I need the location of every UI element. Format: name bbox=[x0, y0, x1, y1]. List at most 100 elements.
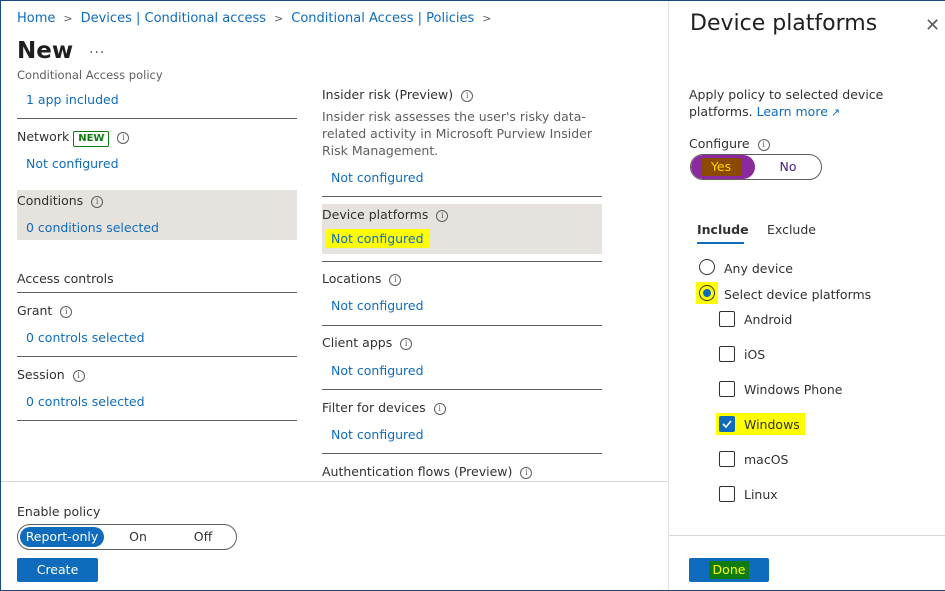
conditions-label: Conditions bbox=[17, 193, 84, 208]
insider-risk-desc-line: related activity in Microsoft Purview In… bbox=[322, 126, 592, 141]
tab-exclude[interactable]: Exclude bbox=[767, 222, 816, 237]
tab-include-underline bbox=[697, 242, 744, 244]
done-button[interactable]: Done bbox=[689, 558, 769, 582]
report-only-option[interactable]: Report-only bbox=[20, 527, 104, 547]
linux-checkbox[interactable] bbox=[719, 486, 735, 502]
locations-value-link[interactable]: Not configured bbox=[331, 298, 424, 313]
ios-checkbox[interactable] bbox=[719, 346, 735, 362]
chevron-right-icon: > bbox=[63, 12, 73, 25]
any-device-label: Any device bbox=[724, 261, 793, 276]
panel-desc-line: Apply policy to selected device bbox=[689, 87, 884, 102]
grant-value-link[interactable]: 0 controls selected bbox=[26, 330, 145, 345]
insider-risk-description: Insider risk assesses the user's risky d… bbox=[322, 108, 592, 159]
select-platforms-radio[interactable] bbox=[699, 285, 715, 301]
radio-dot bbox=[703, 289, 711, 297]
linux-label: Linux bbox=[744, 487, 778, 502]
info-icon[interactable]: i bbox=[757, 139, 770, 151]
locations-label: Locations bbox=[322, 271, 382, 286]
divider bbox=[322, 196, 602, 197]
insider-risk-label: Insider risk (Preview) bbox=[322, 87, 454, 102]
breadcrumb-home[interactable]: Home bbox=[17, 11, 55, 26]
network-section: Network NEW i bbox=[17, 129, 130, 147]
info-icon[interactable]: i bbox=[400, 338, 413, 350]
divider bbox=[17, 420, 297, 421]
divider bbox=[322, 325, 602, 326]
learn-more-link[interactable]: Learn more bbox=[757, 104, 828, 119]
windows-checkbox[interactable] bbox=[719, 416, 735, 432]
new-badge: NEW bbox=[73, 131, 110, 147]
grant-section: Grant i bbox=[17, 303, 73, 318]
panel-description: Apply policy to selected device platform… bbox=[689, 86, 883, 121]
divider bbox=[322, 389, 602, 390]
page-subtitle: Conditional Access policy bbox=[17, 68, 163, 82]
device-platforms-panel: Device platforms ✕ Apply policy to selec… bbox=[668, 1, 945, 590]
filter-devices-value-link[interactable]: Not configured bbox=[331, 427, 424, 442]
breadcrumb-ca-policies[interactable]: Conditional Access | Policies bbox=[291, 11, 474, 26]
apps-value-link[interactable]: 1 app included bbox=[26, 92, 119, 107]
info-icon[interactable]: i bbox=[60, 306, 73, 318]
insider-risk-value-link[interactable]: Not configured bbox=[331, 170, 424, 185]
macos-checkbox[interactable] bbox=[719, 451, 735, 467]
create-button[interactable]: Create bbox=[17, 558, 98, 582]
yes-option[interactable]: Yes bbox=[691, 155, 755, 179]
tab-include[interactable]: Include bbox=[697, 222, 749, 237]
insider-risk-section: Insider risk (Preview) i bbox=[322, 87, 474, 102]
info-icon[interactable]: i bbox=[91, 196, 104, 208]
client-apps-label: Client apps bbox=[322, 335, 393, 350]
info-icon[interactable]: i bbox=[433, 403, 446, 415]
breadcrumb-devices-ca[interactable]: Devices | Conditional access bbox=[81, 11, 266, 26]
chevron-right-icon: > bbox=[482, 12, 492, 25]
access-controls-heading: Access controls bbox=[17, 271, 114, 286]
conditions-section: Conditions i bbox=[17, 193, 104, 208]
policy-editor: Home > Devices | Conditional access > Condit… bbox=[1, 1, 668, 590]
windows-phone-label: Windows Phone bbox=[744, 382, 843, 397]
client-apps-value-link[interactable]: Not configured bbox=[331, 363, 424, 378]
info-icon[interactable]: i bbox=[520, 467, 533, 479]
device-platforms-label: Device platforms bbox=[322, 207, 429, 222]
insider-risk-desc-line: Insider risk assesses the user's risky d… bbox=[322, 109, 586, 124]
android-checkbox[interactable] bbox=[719, 311, 735, 327]
any-device-radio[interactable] bbox=[699, 259, 715, 275]
network-label: Network bbox=[17, 129, 70, 144]
session-value-link[interactable]: 0 controls selected bbox=[26, 394, 145, 409]
auth-flows-section: Authentication flows (Preview) i bbox=[322, 464, 533, 479]
conditions-value-link[interactable]: 0 conditions selected bbox=[26, 220, 159, 235]
info-icon[interactable]: i bbox=[389, 274, 402, 286]
client-apps-section: Client apps i bbox=[322, 335, 413, 350]
panel-desc-line: platforms. bbox=[689, 104, 753, 119]
info-icon[interactable]: i bbox=[72, 370, 85, 382]
divider bbox=[322, 261, 602, 262]
macos-label: macOS bbox=[744, 452, 789, 467]
divider bbox=[17, 118, 297, 119]
insider-risk-desc-line: Risk Management. bbox=[322, 143, 439, 158]
close-icon[interactable]: ✕ bbox=[925, 15, 940, 36]
on-option[interactable]: On bbox=[108, 527, 168, 547]
select-platforms-label: Select device platforms bbox=[724, 287, 872, 302]
chevron-right-icon: > bbox=[274, 12, 284, 25]
enable-policy-toggle: Report-only On Off bbox=[17, 524, 237, 550]
session-section: Session i bbox=[17, 367, 85, 382]
divider bbox=[17, 356, 297, 357]
filter-devices-label: Filter for devices bbox=[322, 400, 426, 415]
info-icon[interactable]: i bbox=[436, 210, 449, 222]
info-icon[interactable]: i bbox=[117, 132, 130, 144]
external-link-icon[interactable]: ↗ bbox=[831, 106, 840, 119]
off-option[interactable]: Off bbox=[173, 527, 233, 547]
android-label: Android bbox=[744, 312, 793, 327]
panel-footer-divider bbox=[669, 535, 945, 536]
device-platforms-value-link[interactable]: Not configured bbox=[325, 229, 430, 248]
device-platforms-section: Device platforms i bbox=[322, 207, 449, 222]
divider bbox=[322, 453, 602, 454]
auth-flows-label: Authentication flows (Preview) bbox=[322, 464, 513, 479]
network-value-link[interactable]: Not configured bbox=[26, 156, 119, 171]
divider bbox=[17, 292, 297, 293]
windows-phone-checkbox[interactable] bbox=[719, 381, 735, 397]
configure-section: Configure i bbox=[689, 136, 770, 151]
more-options-icon[interactable]: ... bbox=[89, 41, 105, 57]
no-option[interactable]: No bbox=[755, 155, 821, 179]
ios-label: iOS bbox=[744, 347, 766, 362]
done-button-label: Done bbox=[708, 561, 750, 579]
info-icon[interactable]: i bbox=[461, 90, 474, 102]
locations-section: Locations i bbox=[322, 271, 402, 286]
panel-title: Device platforms bbox=[690, 11, 878, 36]
